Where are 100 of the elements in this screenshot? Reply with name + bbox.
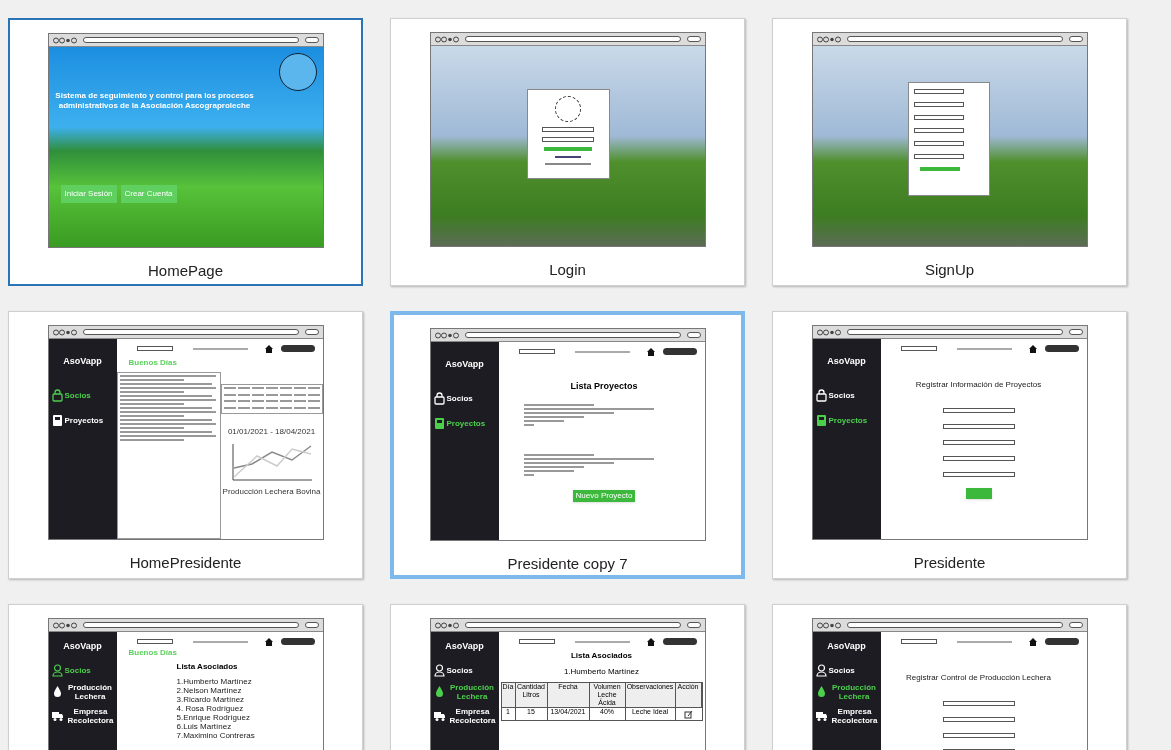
sidebar-item-label[interactable]: Proyectos — [828, 415, 868, 425]
input-field[interactable] — [913, 89, 964, 94]
text-line — [119, 427, 184, 429]
sidebar-item-label[interactable]: Producción Lechera — [828, 682, 880, 701]
sidebar-item[interactable]: Socios — [812, 663, 881, 677]
browser-buttons-icon — [816, 621, 841, 629]
sidebar-item-label[interactable]: Producción Lechera — [64, 682, 116, 701]
page-thumbnail-card[interactable]: AsoVapp Socios Proyectos Registrar Información de Proyectos Presidente — [772, 311, 1127, 579]
sidebar-item[interactable]: Empresa Recolectora — [430, 706, 499, 725]
home-icon — [1028, 344, 1037, 353]
sidebar-item-label[interactable]: Socios — [64, 665, 91, 675]
sidebar-item[interactable]: Proyectos — [48, 413, 117, 427]
text-line — [119, 379, 184, 381]
browser-buttons-icon — [52, 621, 77, 629]
list-item: 1.Humberto Martínez — [176, 677, 253, 686]
page-thumbnail-card[interactable]: AsoVapp Socios Producción Lechera Empresa Recolectora Registrar Control de Producción Lechera — [772, 604, 1127, 750]
account-button[interactable] — [662, 348, 697, 355]
page-thumbnail-card[interactable]: AsoVapp Socios Proyectos Lista Proyectos Nuevo Proyecto Presidente copy 7 — [390, 311, 745, 579]
input-field[interactable] — [913, 102, 964, 107]
drop-icon — [51, 685, 63, 698]
sidebar-item[interactable]: Socios — [48, 663, 117, 677]
input-field[interactable] — [913, 115, 964, 120]
search-field — [686, 332, 701, 338]
lock-icon — [51, 388, 63, 402]
page-thumbnail-card[interactable]: Login — [390, 18, 745, 286]
page-thumbnail-card[interactable]: AsoVapp Socios Proyectos Buenos Días 01/01/2021 - 18/04/2021 Producción Lechera Bovina HomePresidente — [8, 311, 363, 579]
search-field[interactable] — [518, 349, 555, 354]
sidebar-item[interactable]: Producción Lechera — [812, 682, 881, 701]
user-icon — [815, 663, 827, 677]
sidebar-item[interactable]: Producción Lechera — [48, 682, 117, 701]
account-button[interactable] — [662, 638, 697, 645]
input-field[interactable] — [942, 733, 1015, 738]
input-field[interactable] — [942, 717, 1015, 722]
input-field[interactable] — [542, 127, 594, 132]
input-field[interactable] — [913, 154, 964, 159]
sidebar-item-label[interactable]: Socios — [828, 390, 855, 400]
list-item: 5.Enrique Rodríguez — [176, 713, 251, 722]
sidebar-item[interactable]: Empresa Recolectora — [812, 706, 881, 725]
sidebar-item-label[interactable]: Socios — [64, 390, 91, 400]
search-field[interactable] — [518, 639, 555, 644]
sidebar-item-label[interactable]: Proyectos — [64, 415, 104, 425]
text-line — [119, 439, 184, 441]
sidebar-item[interactable]: Proyectos — [430, 416, 499, 430]
chart-title: 01/01/2021 - 18/04/2021 — [227, 426, 316, 438]
search-field[interactable] — [900, 639, 937, 644]
sidebar-item-label[interactable]: Empresa Recolectora — [65, 706, 116, 725]
input-field[interactable] — [942, 456, 1015, 461]
account-button[interactable] — [280, 345, 315, 352]
input-field[interactable] — [942, 472, 1015, 477]
input-field[interactable] — [913, 128, 964, 133]
list-item: 3.Ricardo Martínez — [176, 695, 246, 704]
mockup-thumbnail[interactable]: AsoVapp Socios Proyectos Registrar Información de Proyectos — [811, 325, 1088, 540]
sidebar-item-label[interactable]: Socios — [446, 393, 473, 403]
browser-buttons-icon — [52, 328, 77, 336]
text-line — [119, 415, 184, 417]
input-field[interactable] — [942, 440, 1015, 445]
sidebar-item-label[interactable]: Empresa Recolectora — [829, 706, 880, 725]
page-thumbnail-card[interactable]: SignUp — [772, 18, 1127, 286]
chart-caption: Producción Lechera Bovina — [222, 486, 321, 498]
sidebar-item[interactable]: Proyectos — [812, 413, 881, 427]
book-icon — [433, 416, 445, 430]
book-icon — [815, 413, 827, 427]
sidebar-item[interactable]: Socios — [48, 388, 117, 402]
page-heading: Lista Asociados — [176, 661, 239, 673]
search-field[interactable] — [136, 639, 173, 644]
page-title: Presidente — [913, 553, 986, 573]
page-heading: Lista Asociados — [570, 650, 633, 662]
mockup-thumbnail[interactable]: AsoVapp Socios Proyectos Buenos Días 01/01/2021 - 18/04/2021 Producción Lechera Bovina — [47, 325, 324, 540]
search-field — [304, 37, 319, 43]
input-field[interactable] — [942, 424, 1015, 429]
input-field[interactable] — [913, 141, 964, 146]
sidebar-item-label[interactable]: Proyectos — [446, 418, 486, 428]
sidebar-item-label[interactable]: Socios — [446, 665, 473, 675]
search-field[interactable] — [136, 346, 173, 351]
input-field[interactable] — [942, 408, 1015, 413]
list-item: 4. Rosa Rodríguez — [176, 704, 245, 713]
truck-icon — [51, 709, 64, 722]
sidebar-item[interactable]: Empresa Recolectora — [48, 706, 117, 725]
browser-buttons-icon — [816, 328, 841, 336]
search-field[interactable] — [900, 346, 937, 351]
sidebar-item[interactable]: Socios — [430, 663, 499, 677]
sidebar-item[interactable]: Socios — [430, 391, 499, 405]
sidebar-item[interactable]: Producción Lechera — [430, 682, 499, 701]
input-field[interactable] — [942, 701, 1015, 706]
browser-buttons-icon — [52, 36, 77, 44]
browser-buttons-icon — [434, 35, 459, 43]
account-button[interactable] — [280, 638, 315, 645]
page-heading: Registrar Información de Proyectos — [915, 379, 1042, 391]
sidebar-item[interactable]: Socios — [812, 388, 881, 402]
mockup-thumbnail[interactable]: AsoVapp Socios Proyectos Lista Proyectos Nuevo Proyecto — [429, 328, 706, 541]
page-title: Presidente copy 7 — [507, 553, 628, 574]
drop-icon — [433, 685, 445, 698]
sidebar-item-label[interactable]: Empresa Recolectora — [447, 706, 498, 725]
input-field[interactable] — [542, 137, 594, 142]
mockup-thumbnail[interactable]: AsoVapp Socios Producción Lechera Empresa Recolectora Registrar Control de Producción Lechera — [811, 618, 1088, 750]
sidebar-item-label[interactable]: Socios — [828, 665, 855, 675]
account-button[interactable] — [1044, 345, 1079, 352]
account-button[interactable] — [1044, 638, 1079, 645]
browser-buttons-icon — [816, 35, 841, 43]
sidebar-item-label[interactable]: Producción Lechera — [446, 682, 498, 701]
